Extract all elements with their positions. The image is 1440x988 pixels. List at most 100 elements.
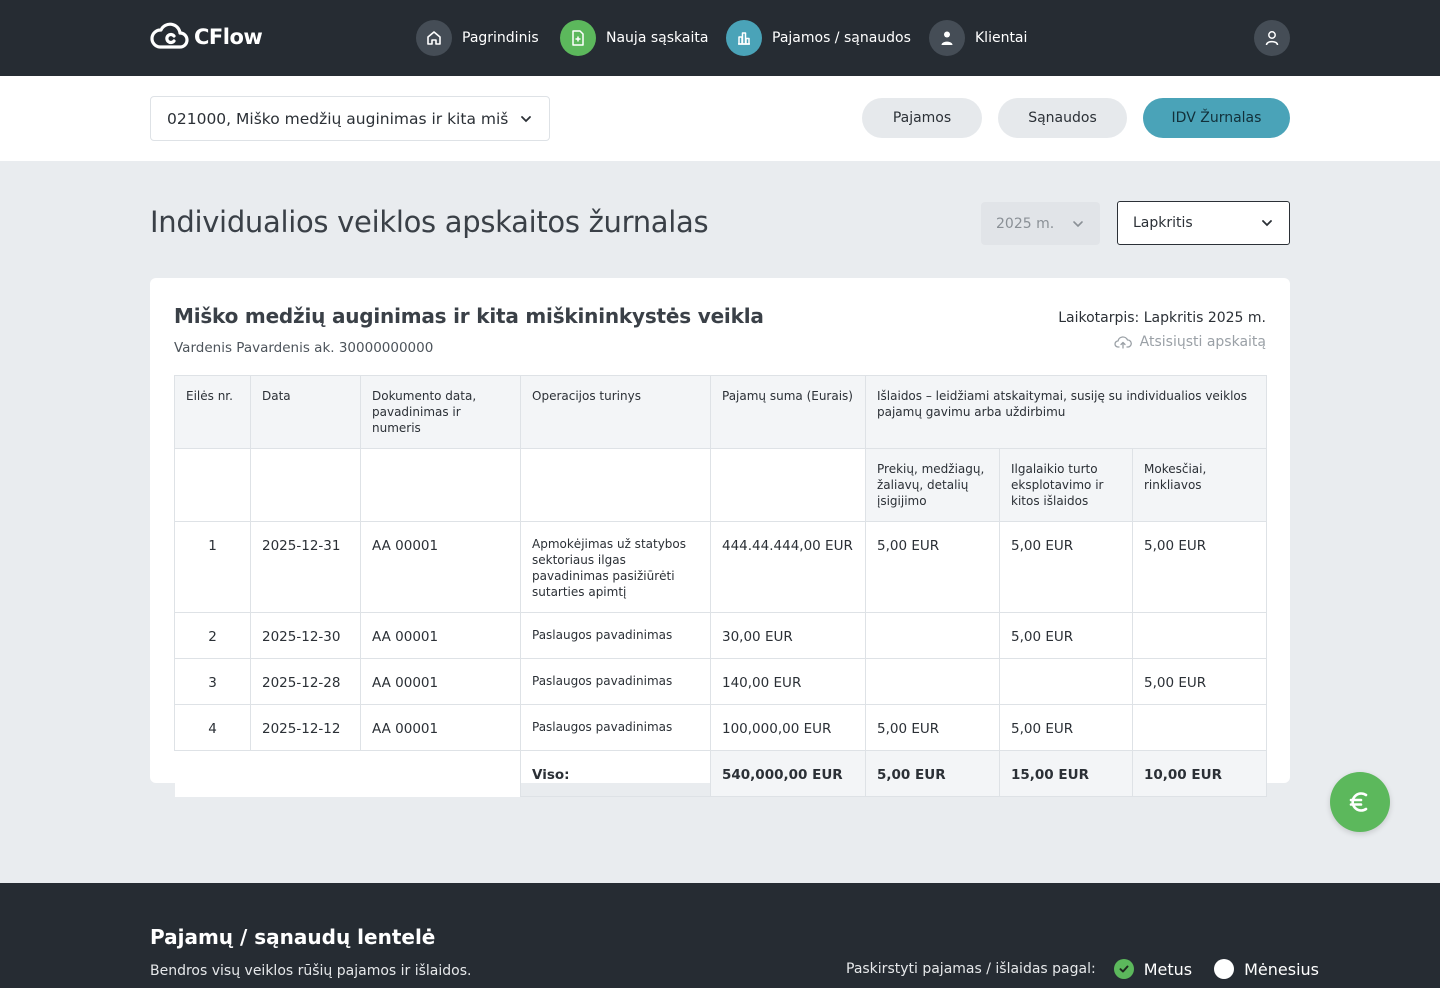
year-select-value: 2025 m.	[996, 215, 1055, 232]
cell-income: 30,00 EUR	[710, 612, 866, 659]
page-title: Individualios veiklos apskaitos žurnalas	[150, 205, 709, 239]
cell-operation: Paslaugos pavadinimas	[520, 704, 711, 751]
totals-spacer	[174, 750, 521, 797]
radio-label: Metus	[1143, 959, 1193, 979]
cell-income: 444.44.444,00 EUR	[710, 521, 866, 613]
table-row: 3 2025-12-28 AA 00001 Paslaugos pavadini…	[174, 658, 1268, 705]
bar-chart-icon	[726, 20, 762, 56]
totals-exp-assets: 15,00 EUR	[999, 750, 1133, 797]
cell-exp-goods: 5,00 EUR	[865, 521, 1000, 613]
totals-income: 540,000,00 EUR	[710, 750, 866, 797]
totals-exp-taxes: 10,00 EUR	[1131, 750, 1268, 797]
nav-label: Pagrindinis	[462, 30, 539, 46]
col-header-exp-assets: Ilgalaikio turto eksplotavimo ir kitos i…	[999, 448, 1133, 522]
cell-doc: AA 00001	[360, 704, 521, 751]
cell-nr: 3	[174, 658, 251, 705]
cell-exp-taxes: 5,00 EUR	[1131, 658, 1268, 705]
cell-exp-taxes	[1131, 612, 1268, 659]
nav-pajamos-sanaudos[interactable]: Pajamos / sąnaudos	[726, 20, 911, 56]
person-icon	[929, 20, 965, 56]
cell-doc: AA 00001	[360, 658, 521, 705]
journal-card: Miško medžių auginimas ir kita miškinink…	[150, 278, 1290, 797]
chevron-down-icon	[1262, 220, 1272, 227]
user-icon	[1265, 31, 1279, 46]
col-header-expenses: Išlaidos – leidžiami atskaitymai, susiję…	[864, 375, 1268, 449]
section-title: Pajamų / sąnaudų lentelė	[150, 925, 436, 949]
cell-doc: AA 00001	[360, 612, 521, 659]
col-header-exp-taxes: Mokesčiai, rinkliavos	[1131, 448, 1268, 522]
euro-icon	[1349, 792, 1368, 812]
cflow-logo[interactable]: CFlow	[150, 22, 263, 52]
header-spacer	[520, 448, 711, 522]
tab-sanaudos[interactable]: Sąnaudos	[998, 98, 1127, 138]
cell-nr: 1	[174, 521, 251, 613]
download-link[interactable]: Atsisiųsti apskaitą	[1114, 334, 1266, 350]
nav-pagrindinis[interactable]: Pagrindinis	[416, 20, 539, 56]
activity-title: Miško medžių auginimas ir kita miškinink…	[174, 304, 764, 328]
distribution-options: Paskirstyti pajamas / išlaidas pagal: Me…	[846, 959, 1319, 979]
table-row: 4 2025-12-12 AA 00001 Paslaugos pavadini…	[174, 704, 1268, 751]
cell-nr: 4	[174, 704, 251, 751]
euro-action-button[interactable]	[1330, 772, 1390, 832]
top-navbar: CFlow Pagrindinis Nauja sąskaita Pajamos…	[0, 0, 1440, 76]
totals-row: Viso: 540,000,00 EUR 5,00 EUR 15,00 EUR …	[174, 750, 1268, 797]
totals-label: Viso:	[520, 750, 711, 797]
cell-nr: 2	[174, 612, 251, 659]
col-header-doc: Dokumento data, pavadinimas ir numeris	[360, 375, 521, 449]
nav-label: Klientai	[975, 30, 1028, 46]
cell-exp-assets	[999, 658, 1133, 705]
cloud-upload-icon	[1114, 336, 1132, 349]
col-header-data: Data	[250, 375, 361, 449]
home-icon	[416, 20, 452, 56]
income-expense-section: Pajamų / sąnaudų lentelė Bendros visų ve…	[0, 883, 1440, 988]
cell-income: 140,00 EUR	[710, 658, 866, 705]
header-spacer	[250, 448, 361, 522]
cell-operation: Paslaugos pavadinimas	[520, 612, 711, 659]
cell-date: 2025-12-30	[250, 612, 361, 659]
cell-date: 2025-12-12	[250, 704, 361, 751]
cell-exp-taxes: 5,00 EUR	[1131, 521, 1268, 613]
user-menu-button[interactable]	[1254, 20, 1290, 56]
activity-select-value: 021000, Miško medžių auginimas ir kita m…	[167, 109, 509, 128]
activity-select[interactable]: 021000, Miško medžių auginimas ir kita m…	[150, 96, 550, 141]
cell-exp-assets: 5,00 EUR	[999, 704, 1133, 751]
radio-checked-icon	[1113, 959, 1134, 979]
new-invoice-icon	[560, 20, 596, 56]
month-select[interactable]: Lapkritis	[1117, 201, 1290, 245]
period-label: Laikotarpis: Lapkritis 2025 m.	[1058, 310, 1266, 326]
radio-unchecked-icon	[1214, 959, 1235, 979]
radio-metus[interactable]: Metus	[1113, 959, 1193, 979]
nav-nauja-saskaita[interactable]: Nauja sąskaita	[560, 20, 708, 56]
header-spacer	[710, 448, 866, 522]
cell-operation: Paslaugos pavadinimas	[520, 658, 711, 705]
year-select[interactable]: 2025 m.	[981, 202, 1100, 245]
cell-exp-goods	[865, 612, 1000, 659]
chevron-down-icon	[1073, 220, 1083, 227]
cell-exp-goods	[865, 658, 1000, 705]
col-header-eil: Eilės nr.	[174, 375, 251, 449]
header-spacer	[360, 448, 521, 522]
tab-idv-zurnalas[interactable]: IDV Žurnalas	[1143, 98, 1290, 138]
table-row: 1 2025-12-31 AA 00001 Apmokėjimas už sta…	[174, 521, 1268, 613]
col-header-operation: Operacijos turinys	[520, 375, 711, 449]
cell-exp-assets: 5,00 EUR	[999, 521, 1133, 613]
radio-label: Mėnesius	[1244, 959, 1319, 979]
cloud-logo-icon	[150, 22, 189, 49]
col-header-exp-goods: Prekių, medžiagų, žaliavų, detalių įsigi…	[865, 448, 1000, 522]
radio-menesius[interactable]: Mėnesius	[1214, 959, 1319, 979]
col-header-income: Pajamų suma (Eurais)	[710, 375, 866, 449]
nav-klientai[interactable]: Klientai	[929, 20, 1027, 56]
cell-date: 2025-12-31	[250, 521, 361, 613]
totals-exp-goods: 5,00 EUR	[865, 750, 1000, 797]
tab-pajamos[interactable]: Pajamos	[862, 98, 982, 138]
owner-info: Vardenis Pavardenis ak. 30000000000	[174, 340, 434, 356]
month-select-value: Lapkritis	[1133, 215, 1193, 231]
cell-doc: AA 00001	[360, 521, 521, 613]
download-label: Atsisiųsti apskaitą	[1139, 334, 1266, 350]
cell-date: 2025-12-28	[250, 658, 361, 705]
table-row: 2 2025-12-30 AA 00001 Paslaugos pavadini…	[174, 612, 1268, 659]
chevron-down-icon	[521, 115, 531, 122]
distribution-label: Paskirstyti pajamas / išlaidas pagal:	[846, 961, 1096, 977]
cell-exp-goods: 5,00 EUR	[865, 704, 1000, 751]
journal-table: Eilės nr. Data Dokumento data, pavadinim…	[174, 375, 1268, 797]
